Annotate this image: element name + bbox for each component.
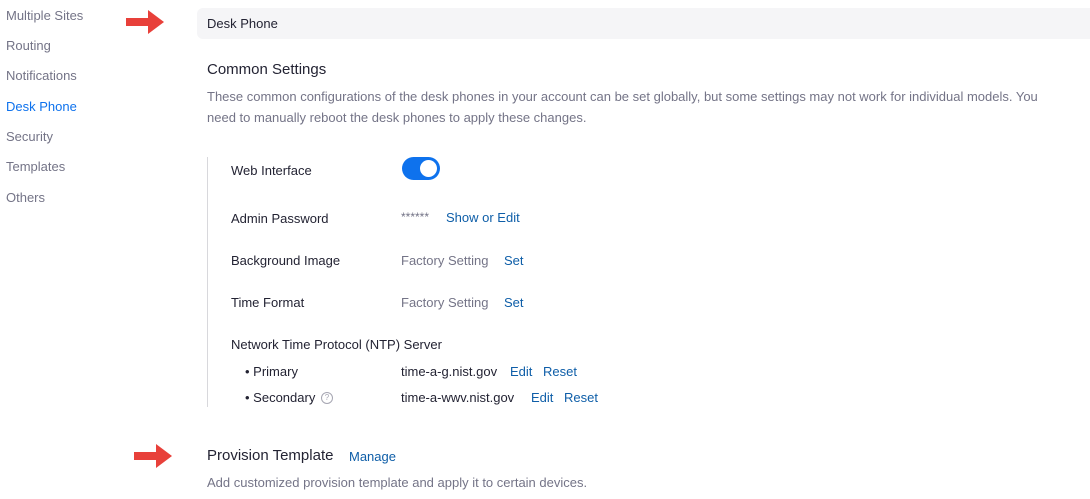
- ntp-primary-label: • Primary: [245, 364, 298, 379]
- provision-template-title: Provision Template: [207, 447, 334, 464]
- provision-template-desc: Add customized provision template and ap…: [207, 475, 588, 490]
- annotation-arrow-icon: [134, 444, 172, 468]
- sidebar-item-routing[interactable]: Routing: [6, 38, 51, 53]
- admin-password-label: Admin Password: [231, 211, 329, 226]
- sidebar-item-multiple-sites[interactable]: Multiple Sites: [6, 8, 83, 23]
- background-image-value: Factory Setting: [401, 253, 489, 268]
- background-image-set-link[interactable]: Set: [504, 253, 524, 268]
- admin-password-value: ******: [401, 210, 430, 224]
- ntp-secondary-label: • Secondary: [245, 390, 316, 405]
- section-header: Desk Phone: [197, 8, 1090, 39]
- ntp-secondary-edit-link[interactable]: Edit: [531, 390, 553, 405]
- time-format-set-link[interactable]: Set: [504, 295, 524, 310]
- common-settings-desc-line1: These common configurations of the desk …: [207, 89, 1038, 104]
- settings-divider: [207, 157, 208, 407]
- page-title: Desk Phone: [207, 16, 278, 31]
- provision-manage-link[interactable]: Manage: [349, 449, 396, 464]
- sidebar-item-security[interactable]: Security: [6, 129, 53, 144]
- ntp-primary-value: time-a-g.nist.gov: [401, 364, 498, 379]
- time-format-value: Factory Setting: [401, 295, 489, 310]
- web-interface-toggle[interactable]: [402, 157, 440, 180]
- common-settings-desc-line2: need to manually reboot the desk phones …: [207, 110, 587, 125]
- sidebar-item-notifications[interactable]: Notifications: [6, 68, 77, 83]
- ntp-primary-reset-link[interactable]: Reset: [543, 364, 577, 379]
- show-or-edit-link[interactable]: Show or Edit: [446, 210, 520, 225]
- ntp-primary-edit-link[interactable]: Edit: [510, 364, 532, 379]
- annotation-arrow-icon: [126, 10, 164, 34]
- time-format-label: Time Format: [231, 295, 305, 310]
- sidebar-item-templates[interactable]: Templates: [6, 159, 65, 174]
- background-image-label: Background Image: [231, 253, 341, 268]
- toggle-knob: [420, 160, 437, 177]
- common-settings-title: Common Settings: [207, 61, 327, 78]
- sidebar-item-others[interactable]: Others: [6, 190, 45, 205]
- ntp-server-label: Network Time Protocol (NTP) Server: [231, 337, 442, 352]
- ntp-secondary-value: time-a-wwv.nist.gov: [401, 390, 515, 405]
- web-interface-label: Web Interface: [231, 163, 312, 178]
- help-icon[interactable]: ?: [321, 392, 333, 404]
- sidebar-item-desk-phone[interactable]: Desk Phone: [6, 99, 77, 114]
- ntp-secondary-reset-link[interactable]: Reset: [564, 390, 598, 405]
